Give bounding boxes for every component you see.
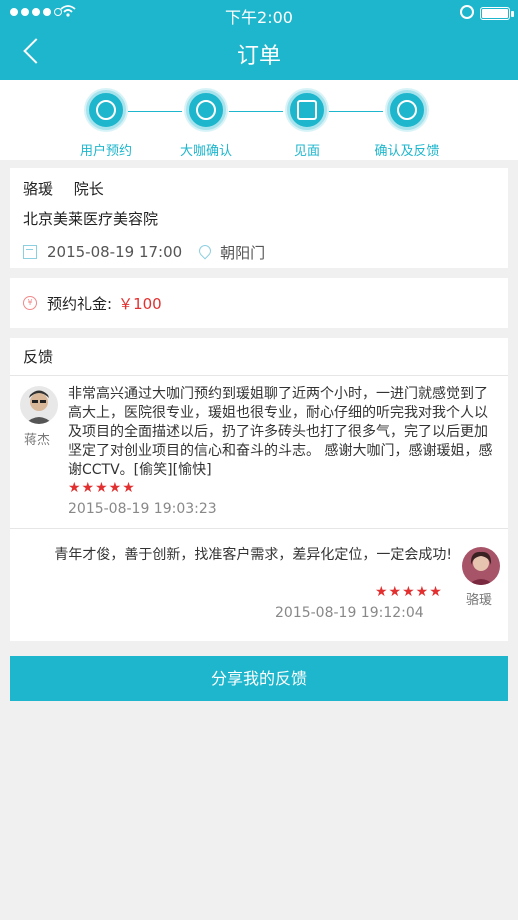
order-progress: 用户预约 大咖确认 见面 确认及反馈 xyxy=(0,80,518,160)
person-icon xyxy=(186,90,226,130)
appointment-datetime: 2015-08-19 17:00 xyxy=(47,243,183,261)
share-feedback-button[interactable]: 分享我的反馈 xyxy=(10,656,508,701)
gift-amount: ￥100 xyxy=(118,294,162,313)
step-expert-confirm: 大咖确认 xyxy=(156,90,256,159)
expert-role: 院长 xyxy=(73,180,104,198)
gift-card: ¥ 预约礼金: ￥100 xyxy=(10,278,508,328)
rating-stars: ★★★★★ xyxy=(375,584,443,600)
appointment-location: 朝阳门 xyxy=(220,243,266,262)
status-time: 下午2:00 xyxy=(225,8,293,27)
clinic-name: 北京美莱医疗美容院 xyxy=(23,210,159,228)
check-icon xyxy=(387,90,427,130)
yen-icon: ¥ xyxy=(23,296,37,310)
avatar[interactable] xyxy=(462,547,500,585)
feedback-card: 反馈 蒋杰 非常高兴通过大咖门预约到瑗姐聊了近两个小时，一进门就感觉到了高大上，… xyxy=(10,338,508,641)
step-meeting: 见面 xyxy=(257,90,357,159)
page-title: 订单 xyxy=(236,44,281,69)
order-info-card: 骆瑗 院长 北京美莱医疗美容院 2015-08-19 17:00 朝阳门 xyxy=(10,168,508,268)
status-bar: 下午2:00 xyxy=(0,0,518,27)
feedback-title: 反馈 xyxy=(10,338,508,376)
expert-name: 骆瑗 xyxy=(23,180,54,198)
review-text: 非常高兴通过大咖门预约到瑗姐聊了近两个小时，一进门就感觉到了高大上，医院很专业，… xyxy=(68,386,493,478)
calendar-icon xyxy=(23,245,37,259)
rating-stars: ★★★★★ xyxy=(68,480,136,496)
step-label: 用户预约 xyxy=(79,144,132,159)
cup-icon xyxy=(287,90,327,130)
battery-icon xyxy=(480,7,510,20)
review-timestamp: 2015-08-19 19:03:23 xyxy=(68,501,217,517)
clock-icon xyxy=(86,90,126,130)
nav-header: 下午2:00 订单 xyxy=(0,0,518,80)
step-label: 确认及反馈 xyxy=(374,144,440,159)
reply-text: 青年才俊，善于创新，找准客户需求，差异化定位，一定会成功! xyxy=(54,547,452,563)
rotation-lock-icon xyxy=(460,5,474,19)
reply-timestamp: 2015-08-19 19:12:04 xyxy=(275,605,424,621)
review-item: 蒋杰 非常高兴通过大咖门预约到瑗姐聊了近两个小时，一进门就感觉到了高大上，医院很… xyxy=(10,377,508,529)
step-confirm-feedback: 确认及反馈 xyxy=(357,90,457,159)
step-label: 大咖确认 xyxy=(179,144,232,159)
battery-cap xyxy=(511,11,514,17)
gift-label: 预约礼金: xyxy=(47,294,113,313)
location-pin-icon xyxy=(198,245,210,259)
review-author: 蒋杰 xyxy=(24,433,51,448)
avatar[interactable] xyxy=(20,386,58,424)
step-user-booking: 用户预约 xyxy=(56,90,156,159)
step-label: 见面 xyxy=(293,144,320,159)
reply-author: 骆瑗 xyxy=(466,593,493,608)
